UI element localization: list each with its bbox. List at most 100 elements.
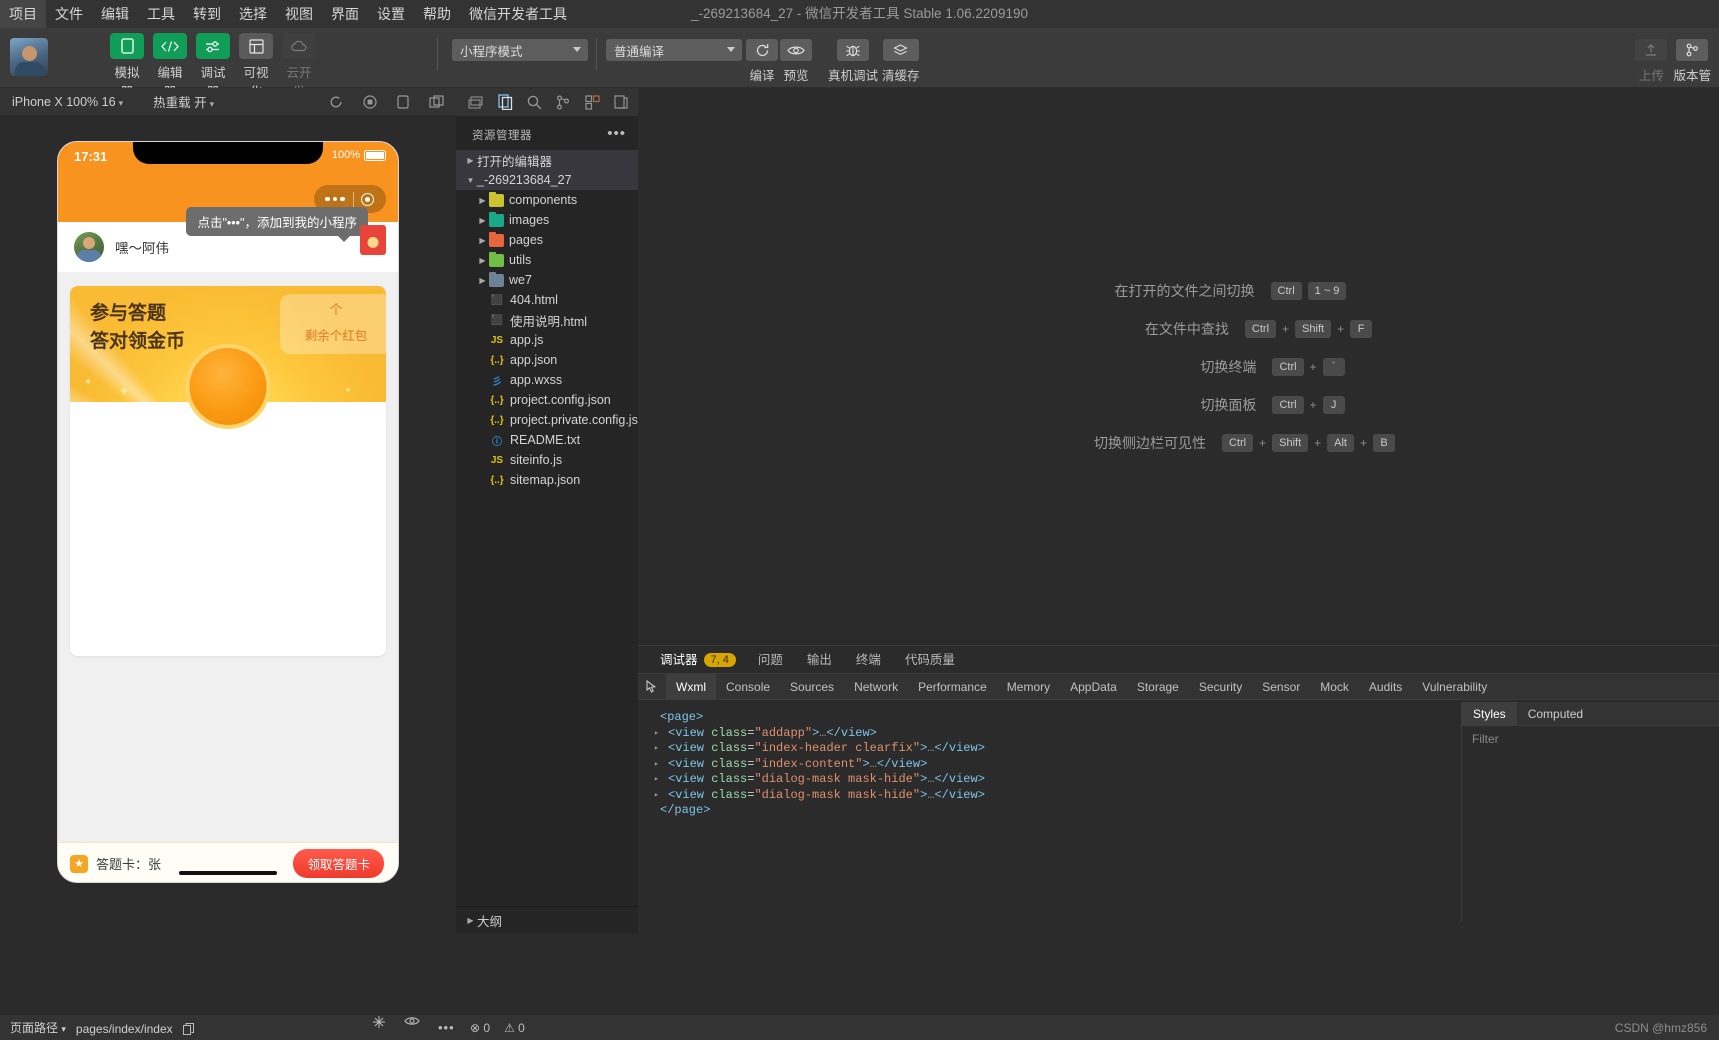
wxml-line[interactable]: ▸ <view class = "addapp" >… </view> [646,726,1458,742]
menu-item-file[interactable]: 文件 [46,0,92,28]
panel-tab-codequality[interactable]: 代码质量 [893,646,967,674]
sim-refresh-icon[interactable] [329,95,343,109]
source-control-icon[interactable] [552,92,574,112]
devtools-tab-sensor[interactable]: Sensor [1252,674,1310,700]
devtools-tab-sources[interactable]: Sources [780,674,844,700]
explorer-file-sitemapjson[interactable]: {..} sitemap.json [456,470,638,490]
explorer-more-icon[interactable]: ••• [607,125,626,142]
explorer-icon[interactable] [494,92,516,112]
menu-item-project[interactable]: 项目 [0,0,46,28]
mode-select[interactable]: 小程序模式 [452,39,588,61]
wxml-line[interactable]: ▸ <view class = "index-content" >… </view> [646,757,1458,773]
user-avatar[interactable] [10,38,48,76]
network-icon[interactable] [372,1015,386,1040]
hotreload-select[interactable]: 热重载 开 ▾ [153,92,214,111]
wxml-line[interactable]: </page> [646,803,1458,819]
devtools-tab-performance[interactable]: Performance [908,674,997,700]
chevron-right-icon[interactable]: ▸ [654,788,668,804]
explorer-folder-pages[interactable]: ▶ pages [456,230,638,250]
upload-action[interactable]: 上传 [1635,39,1668,84]
menu-item-interface[interactable]: 界面 [322,0,368,28]
devtools-tab-memory[interactable]: Memory [997,674,1060,700]
devtools-tab-mock[interactable]: Mock [1310,674,1359,700]
menu-item-view[interactable]: 视图 [276,0,322,28]
explorer-file-projectprivateconfig[interactable]: {..} project.private.config.js... [456,410,638,430]
explorer-folder-we7[interactable]: ▶ we7 [456,270,638,290]
chevron-right-icon[interactable]: ▸ [654,726,668,742]
devtools-tab-console[interactable]: Console [716,674,780,700]
plus-separator: + [1337,321,1345,336]
sim-rotate-icon[interactable] [397,94,409,109]
page-path-select[interactable]: 页面路径 ▾ [10,1015,66,1040]
extensions-icon[interactable] [581,92,603,112]
panel-tab-problems[interactable]: 问题 [746,646,795,674]
sim-split-icon[interactable] [429,94,444,109]
clear-cache-action[interactable]: 清缓存 [882,39,920,84]
version-action[interactable]: 版本管 [1673,39,1711,84]
page-path-label: 页面路径 [10,1021,59,1035]
devtools-tab-storage[interactable]: Storage [1127,674,1189,700]
explorer-folder-utils[interactable]: ▶ utils [456,250,638,270]
wxml-line[interactable]: ▸ <view class = "index-header clearfix" >… </… [646,741,1458,757]
menu-bar: 项目 文件 编辑 工具 转到 选择 视图 界面 设置 帮助 微信开发者工具 [0,0,1719,28]
wxml-line[interactable]: ▸ <view class = "dialog-mask mask-hide" >… </… [646,788,1458,804]
chevron-right-icon[interactable]: ▸ [654,741,668,757]
compile-action[interactable]: 编译 [746,39,778,84]
wxml-line[interactable]: ▸ <view class = "dialog-mask mask-hide" >… </… [646,772,1458,788]
outline-section[interactable]: ▶ 大纲 [456,906,638,934]
panel-toggle-icon[interactable] [464,92,486,112]
explorer-folder-images[interactable]: ▶ images [456,210,638,230]
preview-action[interactable]: 预览 [780,39,812,84]
explorer-file-appwxss[interactable]: 彡 app.wxss [456,370,638,390]
menu-item-help[interactable]: 帮助 [414,0,460,28]
eye-icon[interactable] [404,1015,420,1040]
copy-icon[interactable] [182,1022,194,1035]
explorer-file-siteinfojs[interactable]: JS siteinfo.js [456,450,638,470]
explorer-file-usage-html[interactable]: ⬛ 使用说明.html [456,310,638,330]
devtools-tab-appdata[interactable]: AppData [1060,674,1127,700]
explorer-file-readme[interactable]: ⓘ README.txt [456,430,638,450]
chevron-right-icon[interactable]: ▸ [654,772,668,788]
explorer-project-root[interactable]: ▼ _-269213684_27 [456,170,638,190]
panel-tab-debugger[interactable]: 调试器 [648,646,710,674]
device-select[interactable]: iPhone X 100% 16 ▾ [12,95,123,109]
devtools-tab-vulnerability[interactable]: Vulnerability [1412,674,1497,700]
files-stack-icon[interactable] [610,92,632,112]
red-envelope-icon[interactable] [360,225,386,255]
realdevice-debug-action[interactable]: 真机调试 [828,39,878,84]
panel-tab-output[interactable]: 输出 [795,646,844,674]
page-path-value[interactable]: pages/index/index [76,1016,173,1040]
explorer-file-projectconfig[interactable]: {..} project.config.json [456,390,638,410]
styles-tab-styles[interactable]: Styles [1462,702,1517,725]
devtools-tab-network[interactable]: Network [844,674,908,700]
phone-user-avatar[interactable] [74,232,104,262]
more-icon[interactable]: ••• [438,1015,455,1040]
menu-item-select[interactable]: 选择 [230,0,276,28]
menu-item-settings[interactable]: 设置 [368,0,414,28]
menu-item-edit[interactable]: 编辑 [92,0,138,28]
menu-item-devtools[interactable]: 微信开发者工具 [460,0,576,28]
branch-icon [1676,39,1709,61]
devtools-tab-wxml[interactable]: Wxml [666,673,716,700]
styles-tab-computed[interactable]: Computed [1517,702,1594,725]
sim-record-icon[interactable] [363,94,377,109]
menu-item-tools[interactable]: 工具 [138,0,184,28]
explorer-file-404html[interactable]: ⬛ 404.html [456,290,638,310]
explorer-file-appjs[interactable]: JS app.js [456,330,638,350]
styles-filter-input[interactable]: Filter [1462,726,1719,746]
explorer-file-appjson[interactable]: {..} app.json [456,350,638,370]
status-problem-counts[interactable]: ⊗ 0 ⚠ 0 [470,1015,525,1040]
menu-item-goto[interactable]: 转到 [184,0,230,28]
panel-tab-terminal[interactable]: 终端 [844,646,893,674]
devtools-tab-audits[interactable]: Audits [1359,674,1412,700]
compile-select[interactable]: 普通编译 [606,39,742,61]
explorer-folder-components[interactable]: ▶ components [456,190,638,210]
devtools-tab-security[interactable]: Security [1189,674,1252,700]
chevron-right-icon[interactable]: ▸ [654,757,668,773]
gold-coin[interactable] [185,344,271,429]
wxml-line[interactable]: <page> [646,710,1458,726]
search-icon[interactable] [523,92,545,112]
explorer-open-editors[interactable]: ▶ 打开的编辑器 [456,150,638,170]
inspect-icon[interactable] [638,674,666,700]
claim-answer-card-button[interactable]: 领取答题卡 [293,849,384,878]
